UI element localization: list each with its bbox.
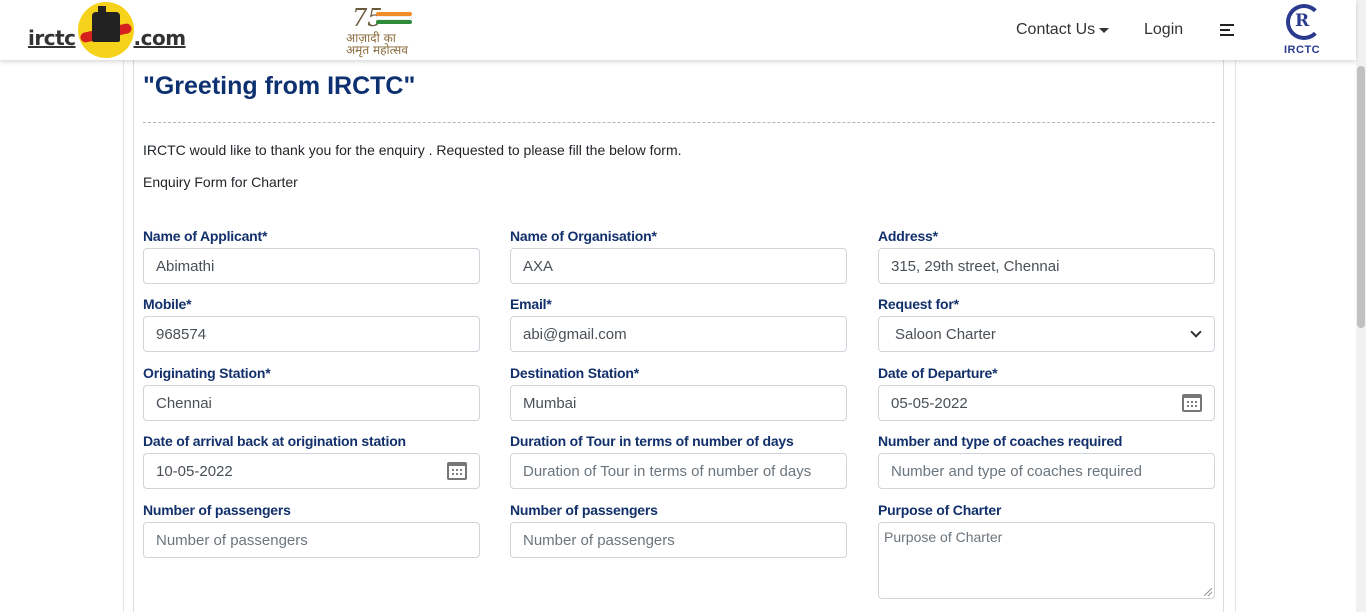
duration-label: Duration of Tour in terms of number of d… (510, 433, 794, 449)
arrival-back-date-input[interactable]: 10-05-2022 (143, 453, 480, 489)
irctc-emblem-letter: R (1295, 11, 1310, 31)
form-caption: Enquiry Form for Charter (143, 174, 298, 190)
thank-you-text: IRCTC would like to thank you for the en… (143, 142, 682, 158)
destination-input[interactable]: Mumbai (510, 385, 847, 421)
flag-icon (376, 12, 412, 26)
calendar-icon[interactable] (447, 462, 467, 480)
email-label: Email* (510, 296, 552, 312)
train-logo-icon (77, 2, 134, 58)
purpose-placeholder: Purpose of Charter (884, 529, 1003, 545)
resize-grip-icon[interactable] (1204, 588, 1212, 596)
page-title: "Greeting from IRCTC" (143, 72, 416, 100)
email-input[interactable]: abi@gmail.com (510, 316, 847, 352)
passengers-label: Number of passengers (143, 502, 291, 518)
page-scrollbar[interactable] (1356, 0, 1366, 612)
azadi-text-line2: अमृत महोत्सव (346, 43, 408, 57)
request-for-select[interactable]: Saloon Charter (878, 316, 1215, 352)
passengers-label-2: Number of passengers (510, 502, 658, 518)
passengers-input[interactable]: Number of passengers (143, 522, 480, 558)
purpose-textarea[interactable]: Purpose of Charter (878, 522, 1215, 599)
irctc-tourism-logo[interactable]: irctc .com (28, 2, 186, 58)
dashed-divider (143, 122, 1215, 123)
arrival-back-label: Date of arrival back at origination stat… (143, 433, 406, 449)
address-label: Address* (878, 228, 938, 244)
contact-us-dropdown[interactable]: Contact Us (1016, 0, 1110, 60)
logo-text-left: irctc (28, 26, 76, 50)
request-for-label: Request for* (878, 296, 959, 312)
top-header: irctc .com 75 आज़ादी का अमृत महोत्सव Con… (0, 0, 1356, 60)
organisation-label: Name of Organisation* (510, 228, 657, 244)
logo-text-right: .com (133, 26, 187, 50)
departure-date-input[interactable]: 05-05-2022 (878, 385, 1215, 421)
login-label: Login (1144, 21, 1184, 38)
irctc-emblem-icon: R IRCTC (1282, 4, 1328, 58)
address-input[interactable]: 315, 29th street, Chennai (878, 248, 1215, 284)
azadi-text: आज़ादी का अमृत महोत्सव (346, 32, 408, 56)
page: irctc .com 75 आज़ादी का अमृत महोत्सव Con… (0, 0, 1366, 612)
organisation-input[interactable]: AXA (510, 248, 847, 284)
chevron-down-icon (1190, 326, 1202, 338)
coaches-label: Number and type of coaches required (878, 433, 1123, 449)
origin-input[interactable]: Chennai (143, 385, 480, 421)
applicant-input[interactable]: Abimathi (143, 248, 480, 284)
azadi-ka-amrit-mahotsav-logo: 75 आज़ादी का अमृत महोत्सव (346, 4, 426, 56)
applicant-label: Name of Applicant* (143, 228, 268, 244)
mobile-input[interactable]: 968574 (143, 316, 480, 352)
scrollbar-thumb[interactable] (1357, 66, 1365, 328)
login-link[interactable]: Login (1144, 0, 1183, 60)
mobile-label: Mobile* (143, 296, 192, 312)
origin-label: Originating Station* (143, 365, 271, 381)
menu-icon[interactable] (1220, 24, 1234, 36)
passengers-input-2[interactable]: Number of passengers (510, 522, 847, 558)
caret-down-icon (1099, 27, 1110, 33)
coaches-input[interactable]: Number and type of coaches required (878, 453, 1215, 489)
purpose-label: Purpose of Charter (878, 502, 1002, 518)
calendar-icon[interactable] (1182, 394, 1202, 412)
duration-input[interactable]: Duration of Tour in terms of number of d… (510, 453, 847, 489)
irctc-emblem-label: IRCTC (1284, 44, 1321, 56)
departure-label: Date of Departure* (878, 365, 998, 381)
destination-label: Destination Station* (510, 365, 640, 381)
contact-us-label: Contact Us (1016, 21, 1096, 38)
